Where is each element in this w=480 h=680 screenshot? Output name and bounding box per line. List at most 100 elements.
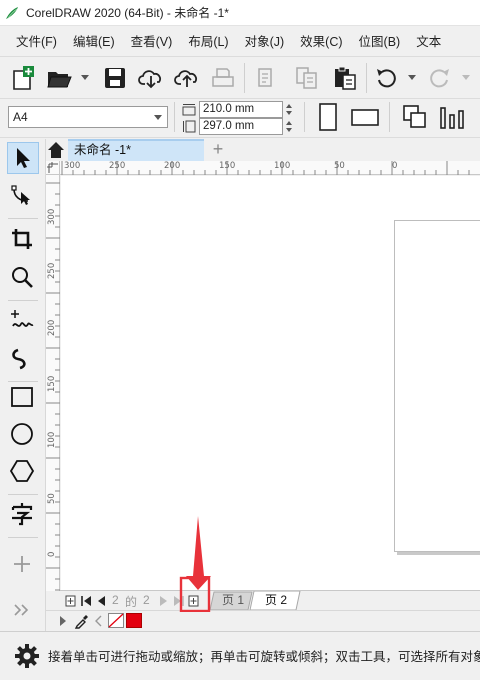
shape-tool[interactable] xyxy=(7,180,39,212)
text-tool-icon xyxy=(11,503,33,526)
toolbox-separator xyxy=(8,300,38,301)
polygon-tool[interactable] xyxy=(7,456,39,488)
expand-toolbox-button[interactable] xyxy=(7,595,39,627)
ruler-label: 200 xyxy=(164,161,181,171)
title-bar: CorelDRAW 2020 (64-Bit) - 未命名 -1* xyxy=(0,0,480,26)
vertical-ruler[interactable]: 300 250 200 150 100 50 0 xyxy=(46,175,60,591)
ruler-origin-icon xyxy=(47,162,58,173)
page-width-input[interactable]: 210.0 mm xyxy=(199,101,283,118)
current-page-number[interactable]: 2 xyxy=(112,593,119,607)
palette-expand-icon[interactable] xyxy=(60,616,66,626)
horizontal-ruler[interactable]: 300 250 200 150 100 50 0 xyxy=(46,161,480,175)
zoom-tool-icon xyxy=(12,267,33,288)
window-title: CorelDRAW 2020 (64-Bit) - 未命名 -1* xyxy=(26,6,229,20)
ellipse-tool-icon xyxy=(11,423,33,445)
annotation-arrow xyxy=(179,516,211,612)
artistic-media-tool[interactable] xyxy=(7,343,39,375)
ruler-label: 300 xyxy=(47,208,57,225)
page-width-row: 210.0 mm xyxy=(182,101,298,118)
open-folder-icon[interactable] xyxy=(46,65,72,91)
next-page-icon[interactable] xyxy=(159,595,169,607)
page-of-label: 的 xyxy=(125,595,138,609)
undo-icon[interactable] xyxy=(374,65,400,91)
ruler-label: 100 xyxy=(47,431,57,448)
menu-text[interactable]: 文本 xyxy=(408,31,449,50)
current-page-icon[interactable] xyxy=(436,100,470,134)
ellipse-tool[interactable] xyxy=(7,419,39,451)
add-page-before-icon[interactable] xyxy=(65,594,77,607)
toolbar-separator xyxy=(244,63,245,93)
portrait-icon[interactable] xyxy=(311,100,345,134)
width-spinner[interactable] xyxy=(284,101,296,118)
tab-document[interactable]: 未命名 -1* xyxy=(68,139,204,161)
freehand-tool[interactable] xyxy=(7,305,39,337)
previous-page-icon[interactable] xyxy=(96,595,106,607)
freehand-tool-icon xyxy=(11,310,34,327)
print-icon[interactable] xyxy=(210,65,236,91)
standard-toolbar xyxy=(0,56,480,98)
copy-icon[interactable] xyxy=(294,65,320,91)
page-size-select[interactable]: A4 xyxy=(8,106,168,128)
new-document-icon[interactable] xyxy=(10,65,36,91)
menu-layout[interactable]: 布局(L) xyxy=(180,31,236,50)
ruler-origin[interactable] xyxy=(46,161,60,175)
menu-file[interactable]: 文件(F) xyxy=(8,31,65,50)
page-navigator: 2 的 2 页 1 页 2 xyxy=(60,590,480,611)
toolbox-separator xyxy=(8,494,38,495)
drawing-canvas[interactable] xyxy=(61,176,480,590)
page-tab-2[interactable]: 页 2 xyxy=(256,591,296,610)
redo-dropdown-caret[interactable] xyxy=(462,75,470,80)
page-sheet[interactable] xyxy=(394,220,480,552)
add-tool-button[interactable] xyxy=(7,549,39,581)
open-dropdown-caret[interactable] xyxy=(81,75,89,80)
expand-icon xyxy=(14,604,29,616)
rectangle-tool[interactable] xyxy=(7,382,39,414)
page-height-input[interactable]: 297.0 mm xyxy=(199,118,283,135)
palette-scroll-left-icon[interactable] xyxy=(94,615,102,627)
page-height-row: 297.0 mm xyxy=(182,118,298,135)
artistic-media-icon xyxy=(12,348,26,370)
ruler-label: 50 xyxy=(334,161,345,171)
ruler-label: 150 xyxy=(47,375,57,392)
menu-object[interactable]: 对象(J) xyxy=(237,31,293,50)
menu-edit[interactable]: 编辑(E) xyxy=(65,31,123,50)
menu-view[interactable]: 查看(V) xyxy=(123,31,181,50)
text-tool[interactable] xyxy=(7,499,39,531)
page-tab-1[interactable]: 页 1 xyxy=(216,591,250,610)
undo-dropdown-caret[interactable] xyxy=(408,75,416,80)
width-icon xyxy=(182,104,196,116)
first-page-icon[interactable] xyxy=(80,595,92,607)
toolbar-separator xyxy=(366,63,367,93)
gear-icon[interactable] xyxy=(14,643,40,669)
add-tab-button[interactable]: + xyxy=(208,140,228,160)
menu-effects[interactable]: 效果(C) xyxy=(292,31,350,50)
red-color-swatch[interactable] xyxy=(126,613,142,628)
status-bar: 接着单击可进行拖动或缩放；再单击可旋转或倾斜；双击工具，可选择所有对象 xyxy=(0,631,480,680)
cloud-download-icon[interactable] xyxy=(138,65,164,91)
document-tab-strip: 未命名 -1* + xyxy=(46,139,480,161)
save-icon[interactable] xyxy=(102,65,128,91)
coreldraw-logo-icon xyxy=(6,6,18,19)
home-icon[interactable] xyxy=(46,139,66,161)
all-pages-icon[interactable] xyxy=(398,100,432,134)
landscape-icon[interactable] xyxy=(348,100,382,134)
eyedropper-icon[interactable] xyxy=(74,613,88,629)
toolbar-separator xyxy=(389,102,390,132)
ruler-label: 250 xyxy=(47,262,57,279)
chevron-down-icon xyxy=(154,115,162,120)
redo-icon[interactable] xyxy=(426,65,452,91)
cloud-upload-icon[interactable] xyxy=(174,65,200,91)
no-color-swatch[interactable] xyxy=(108,613,124,628)
height-spinner[interactable] xyxy=(284,118,296,135)
ruler-label: 200 xyxy=(47,319,57,336)
toolbar-separator xyxy=(304,102,305,132)
paste-icon[interactable] xyxy=(332,65,358,91)
menu-bitmaps[interactable]: 位图(B) xyxy=(351,31,409,50)
rectangle-tool-icon xyxy=(11,387,33,407)
cut-icon[interactable] xyxy=(254,65,280,91)
crop-tool[interactable] xyxy=(7,224,39,256)
pick-tool[interactable] xyxy=(7,142,39,174)
height-icon xyxy=(183,120,196,133)
zoom-tool[interactable] xyxy=(7,262,39,294)
status-hint: 接着单击可进行拖动或缩放；再单击可旋转或倾斜；双击工具，可选择所有对象 xyxy=(48,650,480,664)
